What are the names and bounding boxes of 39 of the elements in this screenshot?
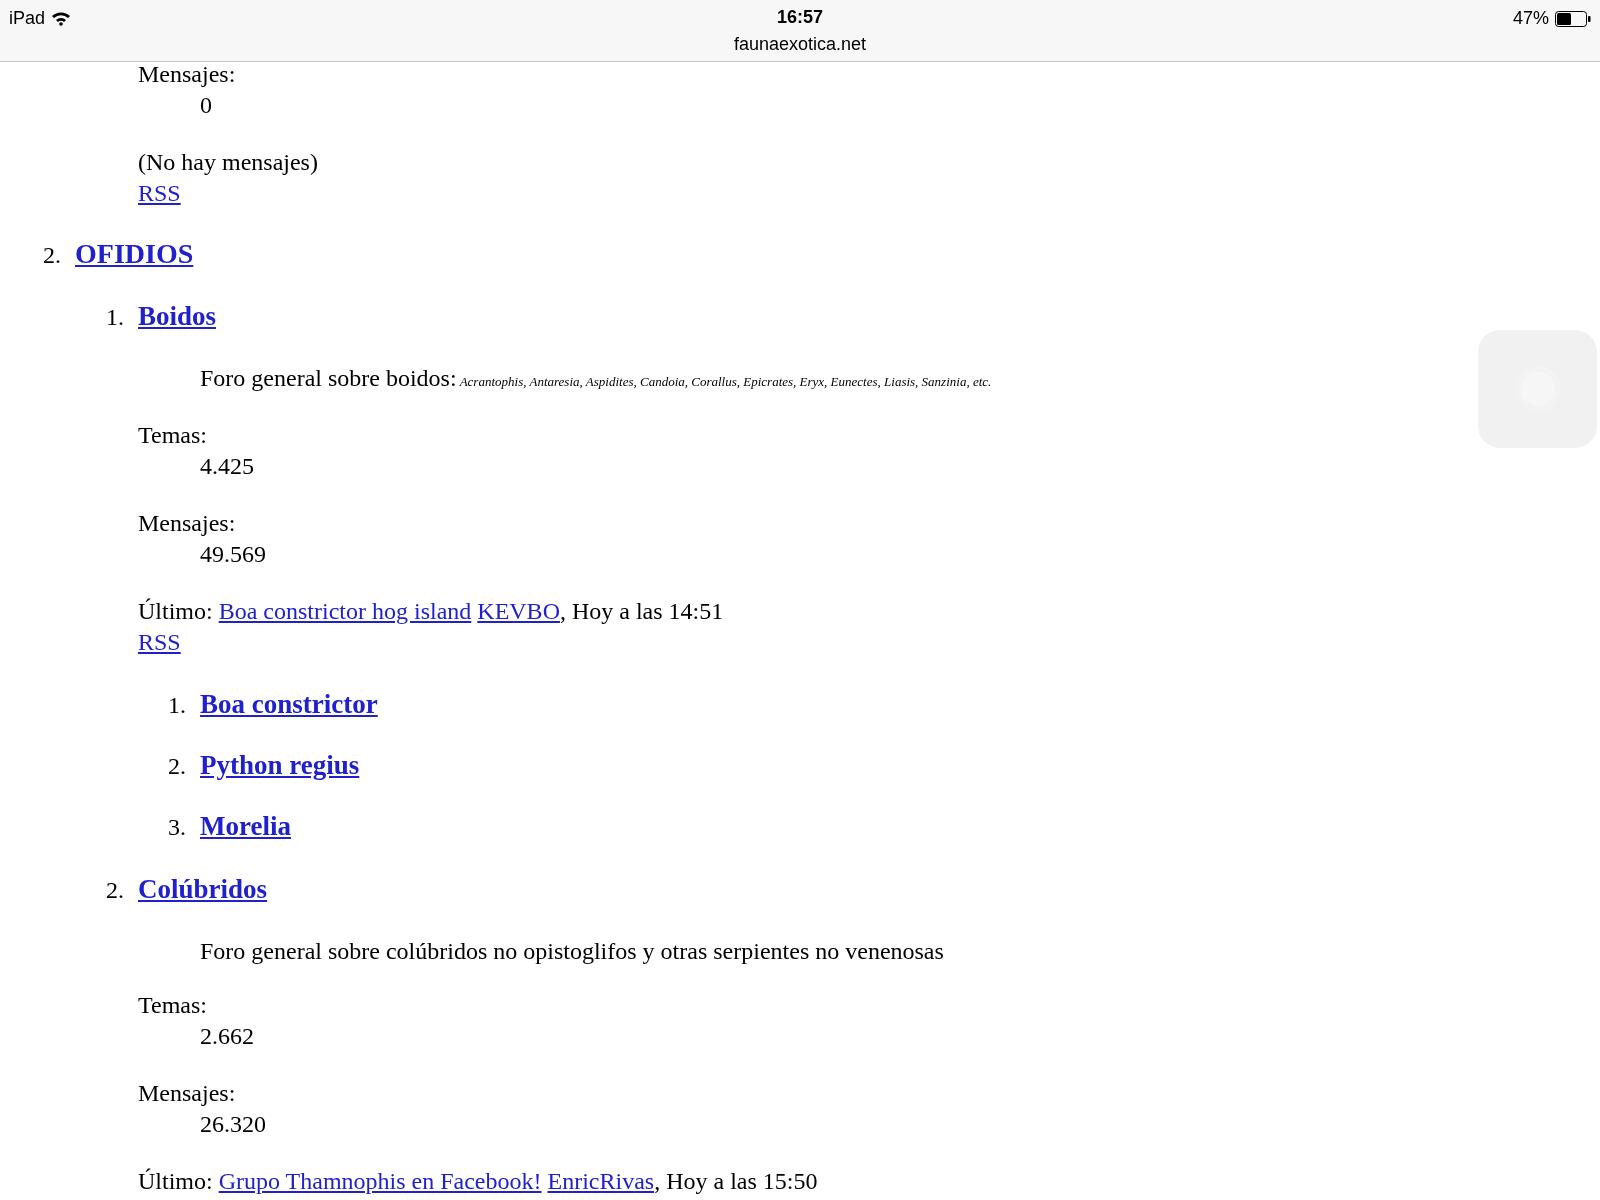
list-number: 1.	[105, 304, 124, 331]
wifi-icon	[51, 11, 72, 26]
stat-value: 26.320	[200, 1111, 266, 1137]
topic-link[interactable]: Grupo Thamnophis en Facebook!	[218, 1168, 542, 1194]
battery-icon	[1555, 10, 1591, 27]
forum-description: Foro general sobre colúbridos no opistoglifos y otras serpientes no venenosas	[200, 938, 944, 964]
forum-link[interactable]: Boidos	[138, 303, 217, 330]
stat-value: 4.425	[200, 453, 254, 479]
list-number: 2.	[167, 753, 186, 780]
list-number: 3.	[167, 814, 186, 841]
last-post-text: Último: Grupo Thamnophis en Facebook! EnricRivas, Hoy a las 15:50	[138, 1168, 818, 1194]
list-number: 2.	[42, 242, 61, 269]
topic-link[interactable]: Boa constrictor hog island	[218, 598, 472, 624]
stat-value: 2.662	[200, 1023, 254, 1049]
battery-percent: 47%	[1512, 7, 1549, 30]
stat-label: Mensajes:	[138, 1080, 236, 1106]
no-posts-text: (No hay mensajes)	[138, 149, 318, 175]
stat-value: 0	[200, 92, 212, 118]
forum-link[interactable]: Colúbridos	[138, 876, 268, 903]
forum-link[interactable]: Python regius	[200, 752, 360, 779]
stat-label: Temas:	[138, 422, 207, 448]
stat-value: 49.569	[200, 541, 266, 567]
clock: 16:57	[776, 6, 823, 29]
stat-label: Mensajes:	[138, 510, 236, 536]
url-text[interactable]: faunaexotica.net	[733, 31, 867, 58]
forum-description: Foro general sobre boidos:Acrantophis, Antaresia, Aspidites, Candoia, Corallus, Epicrates, Eryx, Eunectes, Liasis, Sanzinia, etc.	[200, 365, 992, 391]
forum-link[interactable]: Morelia	[200, 813, 291, 840]
author-link[interactable]: KEVBO	[477, 598, 560, 624]
rss-link[interactable]: RSS	[138, 629, 181, 655]
stat-label: Temas:	[138, 992, 207, 1018]
list-number: 1.	[167, 692, 186, 719]
stat-label: Mensajes:	[138, 61, 236, 87]
category-link[interactable]: OFIDIOS	[75, 240, 194, 267]
device-name: iPad	[9, 7, 46, 30]
list-number: 2.	[105, 877, 124, 904]
last-post-text: Último: Boa constrictor hog island KEVBO, Hoy a las 14:51	[138, 598, 724, 624]
rss-link[interactable]: RSS	[138, 180, 181, 206]
forum-link[interactable]: Boa constrictor	[200, 691, 378, 718]
author-link[interactable]: EnricRivas	[547, 1168, 655, 1194]
